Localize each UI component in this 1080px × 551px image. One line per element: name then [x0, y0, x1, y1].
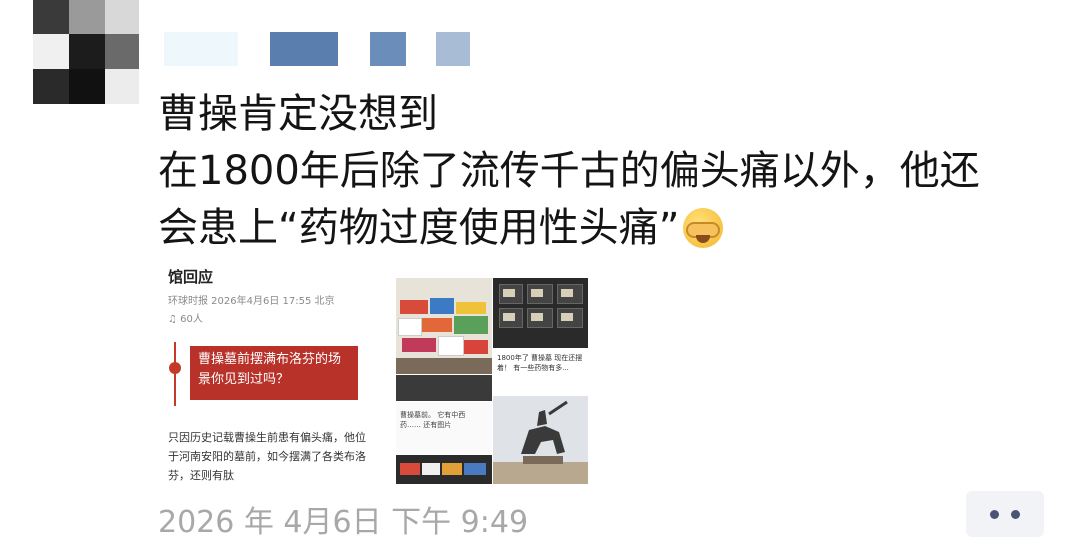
collage-text-card-caption: 1800年了 曹操墓 现在还摆着！ 有一些药物有多... — [497, 354, 583, 372]
collage-text-card: 1800年了 曹操墓 现在还摆着！ 有一些药物有多... — [493, 349, 588, 395]
post-timestamp: 2026 年 4月6日 下午 9:49 — [158, 505, 529, 540]
listen-icon: ♫ — [168, 314, 181, 325]
facepalm-laughing-emoji-icon — [683, 208, 724, 248]
post-line-1: 曹操肯定没想到 — [158, 91, 438, 137]
article-meta: 环球时报 2026年4月6日 17:55 北京 — [168, 296, 335, 307]
article-title: 馆回应 — [168, 268, 214, 286]
more-dots-icon[interactable] — [966, 491, 1044, 537]
timeline-line — [174, 342, 176, 406]
username-blurred[interactable] — [164, 32, 604, 68]
article-reads: ♫ 60人 — [168, 310, 203, 325]
avatar[interactable] — [33, 0, 139, 104]
read-count: 60人 — [180, 314, 203, 325]
article-body: 只因历史记载曹操生前患有偏头痛，他位于河南安阳的墓前，如今摆满了各类布洛芬，还则… — [168, 431, 366, 482]
article-banner: 曹操墓前摆满布洛芬的场景你见到过吗？ — [190, 346, 358, 400]
shared-image-collage[interactable]: 1800年了 曹操墓 现在还摆着！ 有一些药物有多... 曹操墓前。 它有中西 … — [396, 278, 588, 484]
post-text: 曹操肯定没想到 在1800年后除了流传千古的偏头痛以外，他还 会患上“药物过度使… — [158, 86, 1058, 257]
timeline-dot — [169, 362, 181, 374]
collage-medicine-shelf — [396, 455, 492, 484]
collage-caption-card: 曹操墓前。 它有中西 药…… 还有图片 — [396, 402, 492, 454]
collage-dark-photo — [396, 375, 492, 401]
collage-medicine-boxes — [396, 278, 492, 374]
collage-caption-text: 曹操墓前。 它有中西 药…… 还有图片 — [400, 411, 466, 429]
post-line-3-text: 会患上“药物过度使用性头痛” — [158, 205, 680, 251]
post-line-2: 在1800年后除了流传千古的偏头痛以外，他还 — [158, 148, 980, 194]
shared-image-left[interactable]: 馆回应 环球时报 2026年4月6日 17:55 北京 ♫ 60人 曹操墓前摆满… — [160, 258, 382, 484]
collage-tomb-shelves — [493, 278, 588, 348]
post-line-3: 会患上“药物过度使用性头痛” — [158, 200, 1058, 257]
collage-statue-photo — [493, 396, 588, 484]
